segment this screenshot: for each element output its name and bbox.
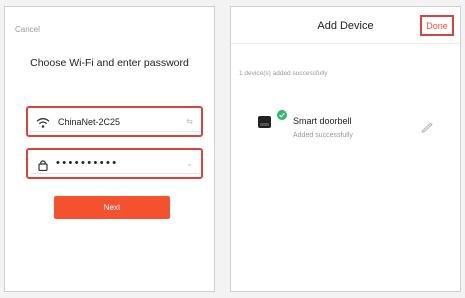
wifi-field-inner: ChinaNet-2C25 ⇆ xyxy=(30,111,199,132)
added-count-text: 1 device(s) added successfully xyxy=(239,70,328,77)
wifi-name-field[interactable]: ChinaNet-2C25 ⇆ xyxy=(26,106,203,137)
wifi-setup-screen: Cancel Choose Wi-Fi and enter password C… xyxy=(4,6,215,292)
show-password-toggle-icon[interactable]: ⌄ xyxy=(186,159,193,168)
edit-pencil-icon[interactable] xyxy=(421,123,433,133)
device-name: Smart doorbell xyxy=(293,116,352,126)
switch-network-icon[interactable]: ⇆ xyxy=(186,117,193,126)
page-title: Choose Wi-Fi and enter password xyxy=(30,57,189,69)
doorbell-device-icon xyxy=(258,116,271,128)
wifi-icon xyxy=(36,118,50,128)
done-button[interactable]: Done xyxy=(420,15,454,36)
password-field[interactable]: •••••••••• ⌄ xyxy=(26,148,203,179)
cancel-link[interactable]: Cancel xyxy=(15,25,40,34)
wifi-name-value: ChinaNet-2C25 xyxy=(58,117,121,127)
lock-icon xyxy=(38,160,48,171)
password-field-inner: •••••••••• ⌄ xyxy=(30,153,199,174)
check-badge-icon xyxy=(277,110,287,120)
device-status: Added successfully xyxy=(293,132,353,139)
next-button[interactable]: Next xyxy=(54,196,170,219)
password-value: •••••••••• xyxy=(56,157,119,169)
header-divider xyxy=(231,43,460,44)
add-device-screen: Add Device Done 1 device(s) added succes… xyxy=(230,6,461,292)
